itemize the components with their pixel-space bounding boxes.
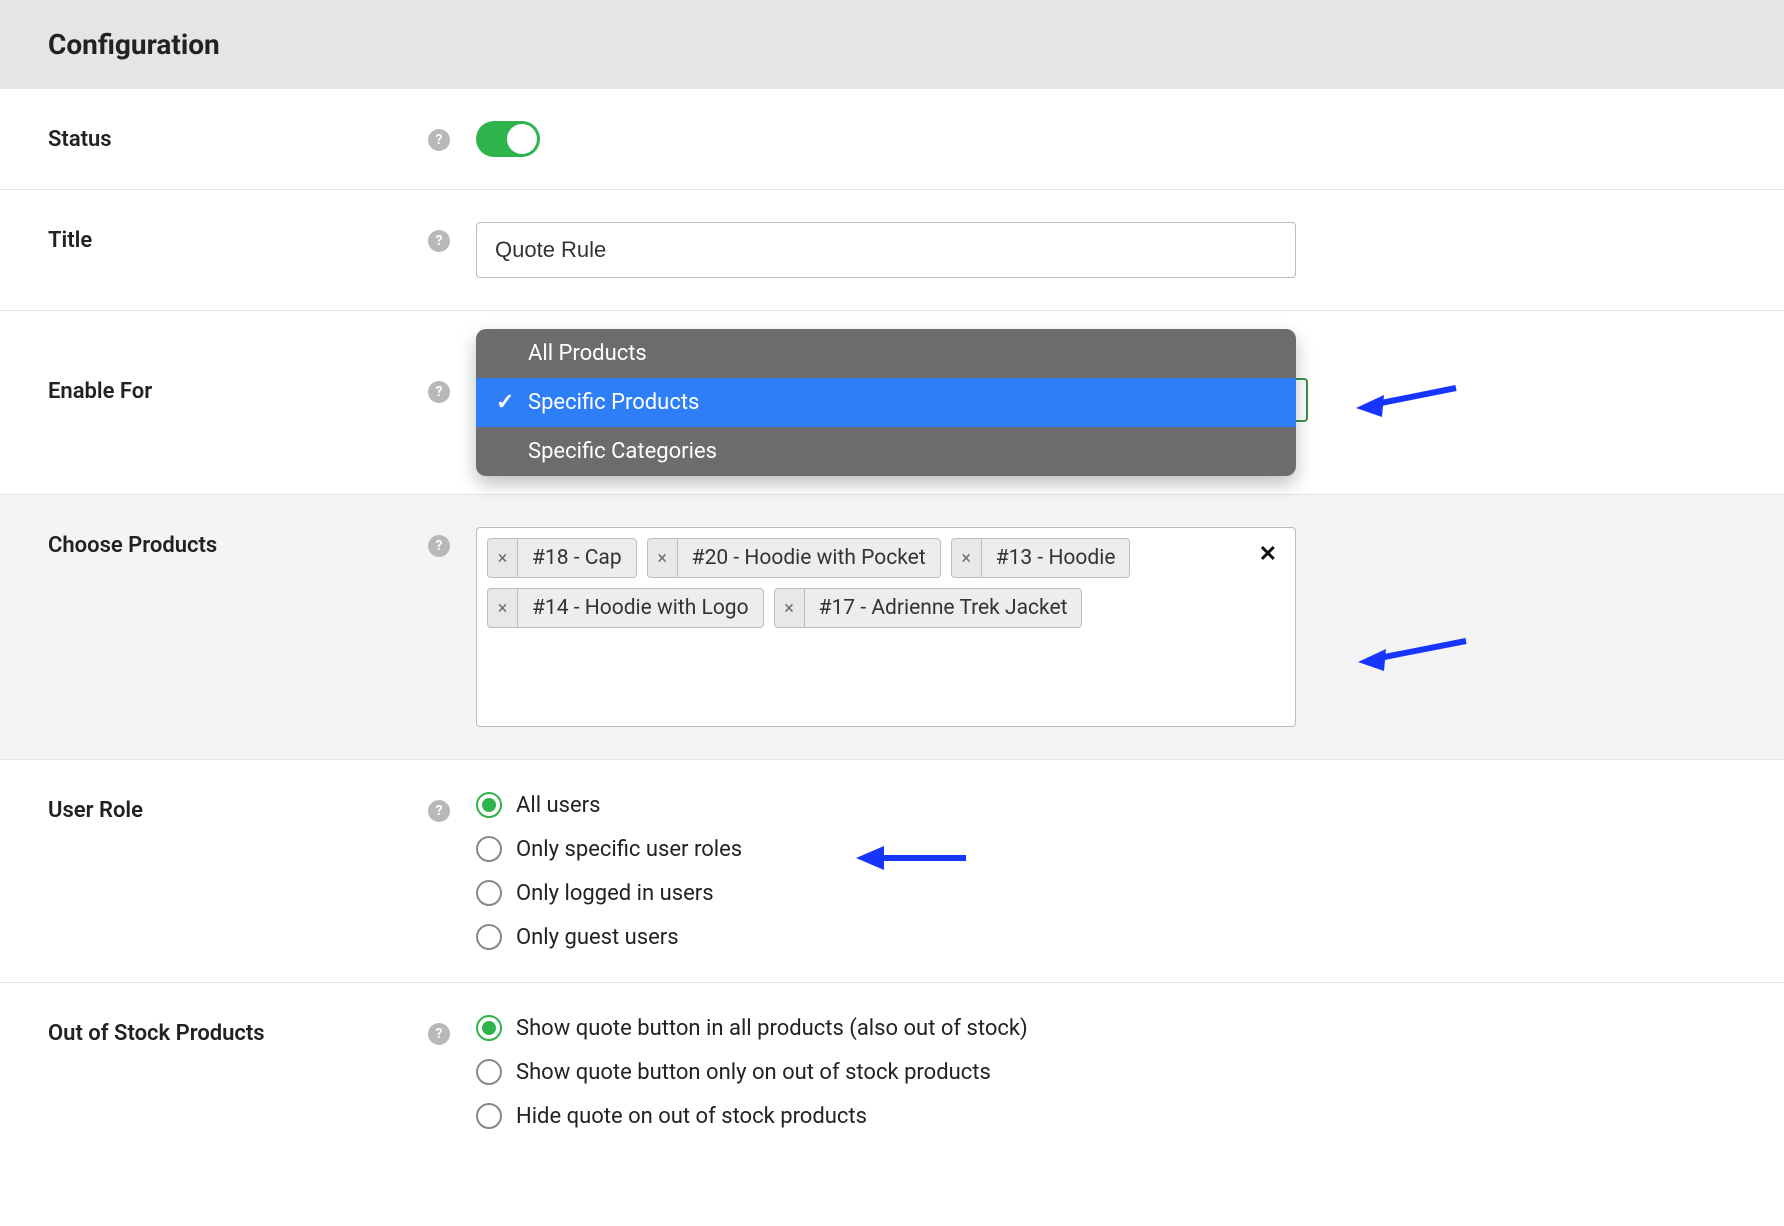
radio-icon [476, 836, 502, 862]
help-icon[interactable]: ? [428, 129, 450, 151]
enable-for-dropdown[interactable]: All Products Specific Products Specific … [476, 329, 1296, 476]
annotation-arrow-icon [1346, 373, 1466, 423]
choose-products-label: Choose Products [48, 527, 428, 558]
radio-label: Only specific user roles [516, 837, 742, 862]
dropdown-option-all-products[interactable]: All Products [476, 329, 1296, 378]
product-tag: × #14 - Hoodie with Logo [487, 588, 764, 628]
radio-icon [476, 924, 502, 950]
help-icon[interactable]: ? [428, 800, 450, 822]
title-label: Title [48, 222, 428, 253]
product-tag-label: #18 - Cap [518, 539, 636, 577]
product-tag: × #18 - Cap [487, 538, 637, 578]
remove-tag-icon[interactable]: × [775, 589, 805, 627]
row-status: Status ? [0, 89, 1784, 190]
product-tag-label: #13 - Hoodie [982, 539, 1130, 577]
row-choose-products: Choose Products ? ✕ × #18 - Cap × #20 - … [0, 495, 1784, 760]
radio-label: Only guest users [516, 925, 679, 950]
user-role-label: User Role [48, 792, 428, 823]
product-tag-label: #14 - Hoodie with Logo [518, 589, 763, 627]
radio-icon [476, 1103, 502, 1129]
row-enable-for: Enable For ? All Products Specific Produ… [0, 311, 1784, 495]
enable-for-label: Enable For [48, 329, 428, 404]
annotation-arrow-icon [1346, 627, 1476, 677]
product-tag: × #20 - Hoodie with Pocket [647, 538, 941, 578]
clear-all-icon[interactable]: ✕ [1259, 542, 1277, 567]
out-of-stock-radio-group: Show quote button in all products (also … [476, 1015, 1736, 1129]
radio-icon [476, 1059, 502, 1085]
remove-tag-icon[interactable]: × [488, 589, 518, 627]
help-icon[interactable]: ? [428, 381, 450, 403]
radio-all-users[interactable]: All users [476, 792, 1736, 818]
help-icon[interactable]: ? [428, 230, 450, 252]
remove-tag-icon[interactable]: × [488, 539, 518, 577]
row-out-of-stock: Out of Stock Products ? Show quote butto… [0, 983, 1784, 1161]
row-user-role: User Role ? All users Only specific user… [0, 760, 1784, 983]
product-tag-label: #20 - Hoodie with Pocket [678, 539, 940, 577]
radio-oos-only[interactable]: Show quote button only on out of stock p… [476, 1059, 1736, 1085]
page-title: Configuration [0, 0, 1784, 89]
user-role-radio-group: All users Only specific user roles Only … [476, 792, 1736, 950]
product-tag: × #17 - Adrienne Trek Jacket [774, 588, 1083, 628]
dropdown-option-specific-products[interactable]: Specific Products [476, 378, 1296, 427]
radio-guest[interactable]: Only guest users [476, 924, 1736, 950]
radio-label: Show quote button only on out of stock p… [516, 1060, 991, 1085]
dropdown-option-specific-categories[interactable]: Specific Categories [476, 427, 1296, 476]
choose-products-tagbox[interactable]: ✕ × #18 - Cap × #20 - Hoodie with Pocket… [476, 527, 1296, 727]
radio-specific-roles[interactable]: Only specific user roles [476, 836, 1736, 862]
toggle-knob [507, 124, 537, 154]
remove-tag-icon[interactable]: × [952, 539, 982, 577]
radio-label: Hide quote on out of stock products [516, 1104, 867, 1129]
title-input[interactable] [476, 222, 1296, 278]
out-of-stock-label: Out of Stock Products [48, 1015, 428, 1046]
status-toggle[interactable] [476, 121, 540, 157]
radio-label: Show quote button in all products (also … [516, 1016, 1028, 1041]
radio-label: Only logged in users [516, 881, 714, 906]
radio-icon [476, 1015, 502, 1041]
row-title: Title ? [0, 190, 1784, 311]
product-tag: × #13 - Hoodie [951, 538, 1131, 578]
radio-label: All users [516, 793, 600, 818]
radio-oos-hide[interactable]: Hide quote on out of stock products [476, 1103, 1736, 1129]
radio-icon [476, 792, 502, 818]
help-icon[interactable]: ? [428, 535, 450, 557]
radio-icon [476, 880, 502, 906]
radio-logged-in[interactable]: Only logged in users [476, 880, 1736, 906]
product-tag-label: #17 - Adrienne Trek Jacket [805, 589, 1082, 627]
remove-tag-icon[interactable]: × [648, 539, 678, 577]
help-icon[interactable]: ? [428, 1023, 450, 1045]
radio-oos-all[interactable]: Show quote button in all products (also … [476, 1015, 1736, 1041]
status-label: Status [48, 121, 428, 152]
select-border-edge [1296, 378, 1308, 422]
